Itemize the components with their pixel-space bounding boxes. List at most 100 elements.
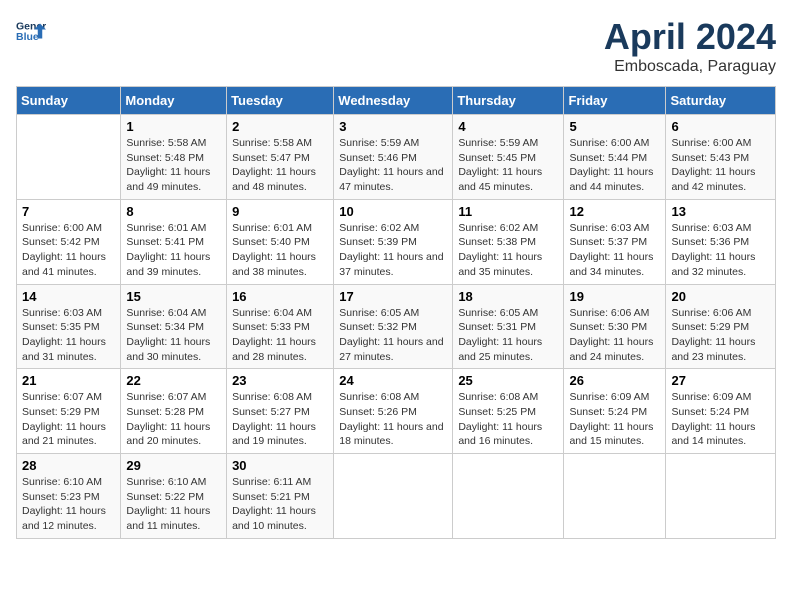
day-info: Sunrise: 6:00 AMSunset: 5:44 PMDaylight:…	[569, 136, 660, 195]
calendar-cell: 2Sunrise: 5:58 AMSunset: 5:47 PMDaylight…	[227, 115, 334, 200]
calendar-cell: 16 Sunrise: 6:04 AMSunset: 5:33 PMDayligh…	[227, 284, 334, 369]
calendar-cell: 21 Sunrise: 6:07 AMSunset: 5:29 PMDayligh…	[17, 369, 121, 454]
calendar-cell: 29 Sunrise: 6:10 AMSunset: 5:22 PMDayligh…	[121, 454, 227, 539]
day-info: Sunrise: 5:59 AMSunset: 5:45 PMDaylight:…	[458, 136, 558, 195]
calendar-cell: 7 Sunrise: 6:00 AMSunset: 5:42 PMDaylight…	[17, 199, 121, 284]
weekday-header-wednesday: Wednesday	[334, 87, 453, 115]
page-header: General Blue April 2024 Emboscada, Parag…	[16, 16, 776, 76]
calendar-cell	[453, 454, 564, 539]
day-number: 17	[339, 289, 447, 304]
day-info: Sunrise: 6:07 AMSunset: 5:29 PMDaylight:…	[22, 390, 115, 449]
day-number: 2	[232, 119, 328, 134]
calendar-cell	[666, 454, 776, 539]
day-number: 9	[232, 204, 328, 219]
calendar-cell: 4 Sunrise: 5:59 AMSunset: 5:45 PMDaylight…	[453, 115, 564, 200]
week-row-5: 28 Sunrise: 6:10 AMSunset: 5:23 PMDayligh…	[17, 454, 776, 539]
day-info: Sunrise: 6:09 AMSunset: 5:24 PMDaylight:…	[569, 390, 660, 449]
day-number: 16	[232, 289, 328, 304]
day-number: 12	[569, 204, 660, 219]
day-info: Sunrise: 6:01 AMSunset: 5:41 PMDaylight:…	[126, 221, 221, 280]
calendar-cell: 13 Sunrise: 6:03 AMSunset: 5:36 PMDayligh…	[666, 199, 776, 284]
day-number: 27	[671, 373, 770, 388]
day-info: Sunrise: 6:03 AMSunset: 5:36 PMDaylight:…	[671, 221, 770, 280]
day-info: Sunrise: 6:08 AMSunset: 5:26 PMDaylight:…	[339, 390, 447, 449]
day-info: Sunrise: 6:04 AMSunset: 5:33 PMDaylight:…	[232, 306, 328, 365]
logo: General Blue	[16, 16, 46, 46]
day-info: Sunrise: 6:03 AMSunset: 5:35 PMDaylight:…	[22, 306, 115, 365]
day-number: 21	[22, 373, 115, 388]
weekday-header-sunday: Sunday	[17, 87, 121, 115]
day-number: 30	[232, 458, 328, 473]
calendar-cell: 10 Sunrise: 6:02 AMSunset: 5:39 PMDayligh…	[334, 199, 453, 284]
day-info: Sunrise: 6:06 AMSunset: 5:30 PMDaylight:…	[569, 306, 660, 365]
day-info: Sunrise: 6:05 AMSunset: 5:31 PMDaylight:…	[458, 306, 558, 365]
calendar-cell	[17, 115, 121, 200]
day-info: Sunrise: 6:07 AMSunset: 5:28 PMDaylight:…	[126, 390, 221, 449]
weekday-header-friday: Friday	[564, 87, 666, 115]
calendar-cell: 25 Sunrise: 6:08 AMSunset: 5:25 PMDayligh…	[453, 369, 564, 454]
day-number: 28	[22, 458, 115, 473]
weekday-header-saturday: Saturday	[666, 87, 776, 115]
day-number: 4	[458, 119, 558, 134]
calendar-cell: 12 Sunrise: 6:03 AMSunset: 5:37 PMDayligh…	[564, 199, 666, 284]
day-info: Sunrise: 5:59 AMSunset: 5:46 PMDaylight:…	[339, 136, 447, 195]
calendar-cell: 30Sunrise: 6:11 AMSunset: 5:21 PMDayligh…	[227, 454, 334, 539]
calendar-cell: 9Sunrise: 6:01 AMSunset: 5:40 PMDaylight…	[227, 199, 334, 284]
day-number: 26	[569, 373, 660, 388]
day-info: Sunrise: 6:05 AMSunset: 5:32 PMDaylight:…	[339, 306, 447, 365]
day-info: Sunrise: 6:03 AMSunset: 5:37 PMDaylight:…	[569, 221, 660, 280]
day-number: 29	[126, 458, 221, 473]
calendar-cell: 1 Sunrise: 5:58 AMSunset: 5:48 PMDaylight…	[121, 115, 227, 200]
day-info: Sunrise: 6:02 AMSunset: 5:39 PMDaylight:…	[339, 221, 447, 280]
month-title: April 2024	[604, 16, 776, 58]
calendar-cell: 22Sunrise: 6:07 AMSunset: 5:28 PMDayligh…	[121, 369, 227, 454]
day-number: 7	[22, 204, 115, 219]
calendar-cell: 18 Sunrise: 6:05 AMSunset: 5:31 PMDayligh…	[453, 284, 564, 369]
day-number: 8	[126, 204, 221, 219]
day-info: Sunrise: 6:04 AMSunset: 5:34 PMDaylight:…	[126, 306, 221, 365]
calendar-cell: 3 Sunrise: 5:59 AMSunset: 5:46 PMDaylight…	[334, 115, 453, 200]
day-info: Sunrise: 6:08 AMSunset: 5:27 PMDaylight:…	[232, 390, 328, 449]
day-info: Sunrise: 6:00 AMSunset: 5:42 PMDaylight:…	[22, 221, 115, 280]
weekday-header-thursday: Thursday	[453, 87, 564, 115]
calendar-cell: 11 Sunrise: 6:02 AMSunset: 5:38 PMDayligh…	[453, 199, 564, 284]
day-info: Sunrise: 5:58 AMSunset: 5:48 PMDaylight:…	[126, 136, 221, 195]
day-number: 1	[126, 119, 221, 134]
calendar-cell: 6Sunrise: 6:00 AMSunset: 5:43 PMDaylight…	[666, 115, 776, 200]
calendar-cell: 23 Sunrise: 6:08 AMSunset: 5:27 PMDayligh…	[227, 369, 334, 454]
day-info: Sunrise: 6:10 AMSunset: 5:23 PMDaylight:…	[22, 475, 115, 534]
day-number: 19	[569, 289, 660, 304]
week-row-1: 1 Sunrise: 5:58 AMSunset: 5:48 PMDaylight…	[17, 115, 776, 200]
day-number: 10	[339, 204, 447, 219]
calendar-cell: 14 Sunrise: 6:03 AMSunset: 5:35 PMDayligh…	[17, 284, 121, 369]
calendar-cell: 28 Sunrise: 6:10 AMSunset: 5:23 PMDayligh…	[17, 454, 121, 539]
week-row-4: 21 Sunrise: 6:07 AMSunset: 5:29 PMDayligh…	[17, 369, 776, 454]
day-info: Sunrise: 6:10 AMSunset: 5:22 PMDaylight:…	[126, 475, 221, 534]
day-number: 3	[339, 119, 447, 134]
weekday-header-monday: Monday	[121, 87, 227, 115]
calendar-cell: 5Sunrise: 6:00 AMSunset: 5:44 PMDaylight…	[564, 115, 666, 200]
day-number: 23	[232, 373, 328, 388]
calendar-cell: 24Sunrise: 6:08 AMSunset: 5:26 PMDayligh…	[334, 369, 453, 454]
day-number: 25	[458, 373, 558, 388]
calendar-cell: 15Sunrise: 6:04 AMSunset: 5:34 PMDayligh…	[121, 284, 227, 369]
day-info: Sunrise: 6:06 AMSunset: 5:29 PMDaylight:…	[671, 306, 770, 365]
weekday-header-row: SundayMondayTuesdayWednesdayThursdayFrid…	[17, 87, 776, 115]
calendar-table: SundayMondayTuesdayWednesdayThursdayFrid…	[16, 86, 776, 539]
calendar-cell: 27 Sunrise: 6:09 AMSunset: 5:24 PMDayligh…	[666, 369, 776, 454]
title-block: April 2024 Emboscada, Paraguay	[604, 16, 776, 76]
day-number: 14	[22, 289, 115, 304]
calendar-cell	[334, 454, 453, 539]
calendar-cell: 17 Sunrise: 6:05 AMSunset: 5:32 PMDayligh…	[334, 284, 453, 369]
day-number: 11	[458, 204, 558, 219]
day-info: Sunrise: 6:09 AMSunset: 5:24 PMDaylight:…	[671, 390, 770, 449]
day-info: Sunrise: 6:02 AMSunset: 5:38 PMDaylight:…	[458, 221, 558, 280]
week-row-2: 7 Sunrise: 6:00 AMSunset: 5:42 PMDaylight…	[17, 199, 776, 284]
day-info: Sunrise: 6:08 AMSunset: 5:25 PMDaylight:…	[458, 390, 558, 449]
weekday-header-tuesday: Tuesday	[227, 87, 334, 115]
day-number: 20	[671, 289, 770, 304]
logo-icon: General Blue	[16, 16, 46, 46]
day-number: 13	[671, 204, 770, 219]
day-number: 18	[458, 289, 558, 304]
calendar-cell: 20 Sunrise: 6:06 AMSunset: 5:29 PMDayligh…	[666, 284, 776, 369]
